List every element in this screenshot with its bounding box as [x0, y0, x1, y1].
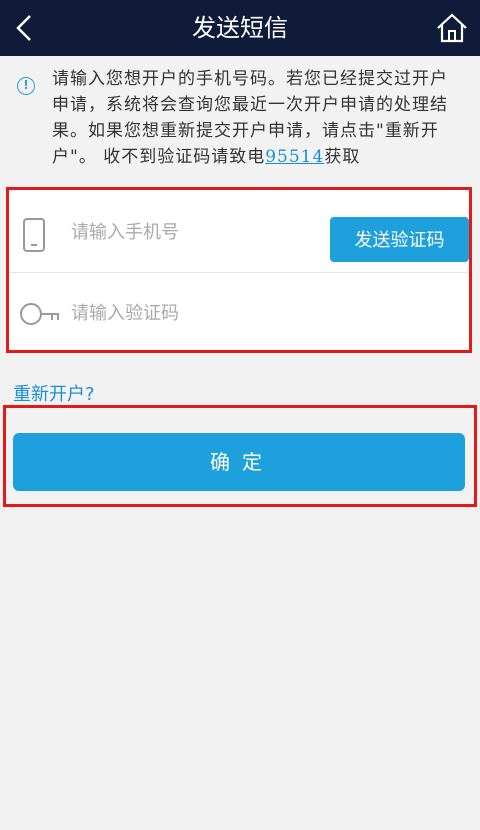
chevron-left-icon — [16, 15, 31, 41]
key-icon — [20, 303, 59, 325]
send-code-button[interactable]: 发送验证码 — [330, 217, 469, 262]
input-form: 发送验证码 — [6, 187, 472, 353]
top-bar: 发送短信 — [0, 0, 480, 56]
home-button[interactable] — [434, 10, 470, 46]
home-icon — [437, 13, 467, 43]
divider — [9, 272, 469, 273]
code-input[interactable] — [69, 294, 313, 332]
phone-input[interactable] — [69, 213, 313, 251]
phone-icon — [23, 218, 45, 252]
phone-row: 发送验证码 — [9, 193, 469, 273]
notice-body: 请输入您想开户的手机号码。若您已经提交过开户申请，系统将会查询您最近一次开户申请… — [52, 69, 448, 167]
confirm-highlight: 确定 — [3, 405, 477, 507]
notice-suffix: 获取 — [324, 147, 361, 167]
info-icon: ! — [17, 77, 35, 95]
confirm-button[interactable]: 确定 — [13, 433, 465, 491]
phone-link[interactable]: 95514 — [265, 147, 324, 167]
page-title: 发送短信 — [192, 14, 288, 42]
reopen-account-link[interactable]: 重新开户? — [13, 380, 95, 406]
notice-text: 请输入您想开户的手机号码。若您已经提交过开户申请，系统将会查询您最近一次开户申请… — [52, 66, 464, 170]
code-row — [9, 274, 469, 354]
back-button[interactable] — [6, 8, 46, 48]
